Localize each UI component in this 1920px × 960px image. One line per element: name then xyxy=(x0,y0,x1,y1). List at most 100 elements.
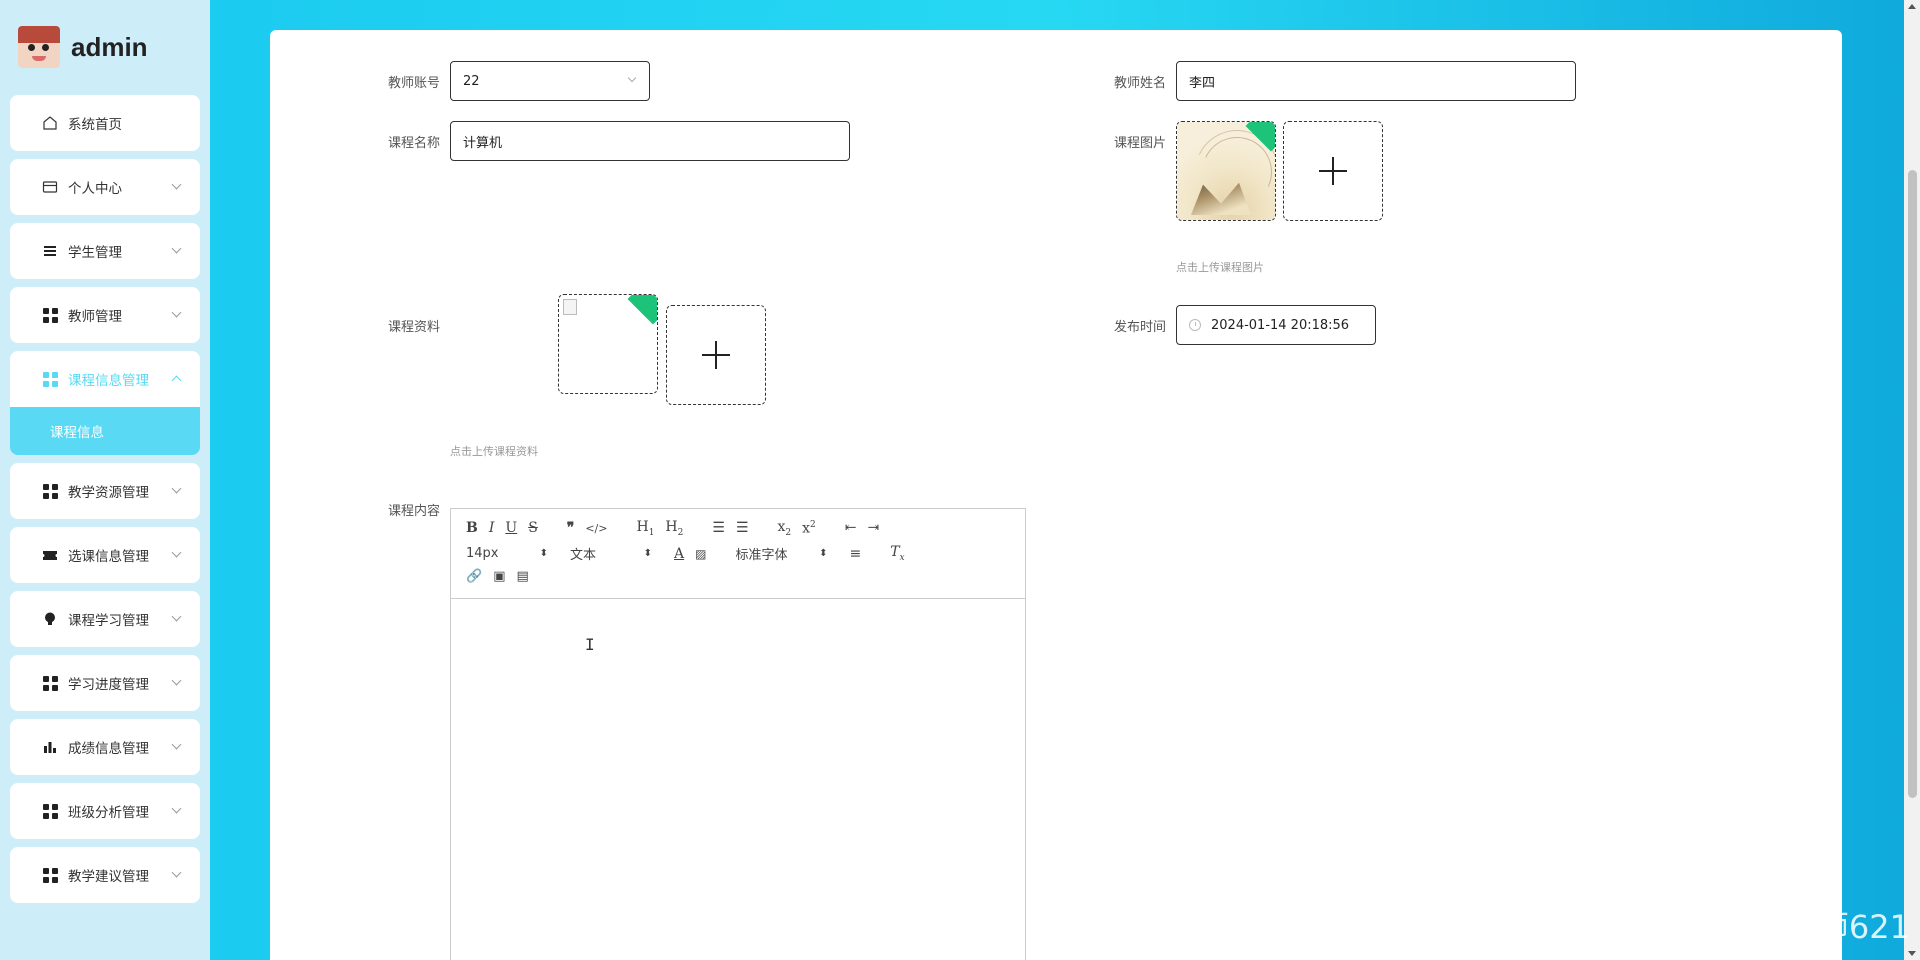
italic-icon[interactable]: I xyxy=(489,520,495,536)
teacher-account-select[interactable]: 22 xyxy=(450,61,650,101)
chevron-down-icon xyxy=(171,307,182,318)
blockquote-icon[interactable]: ❞ xyxy=(567,520,575,536)
sidebar-item-label: 个人中心 xyxy=(68,181,122,197)
sidebar-item-students[interactable]: 学生管理 xyxy=(10,223,200,279)
sidebar-item-class-analysis[interactable]: 班级分析管理 xyxy=(10,783,200,839)
publish-time-value: 2024-01-14 20:18:56 xyxy=(1211,317,1350,333)
scroll-down-icon[interactable] xyxy=(1908,951,1916,956)
sidebar-item-label: 学生管理 xyxy=(68,245,122,261)
indent-icon[interactable]: ⇥ xyxy=(868,520,880,536)
code-block-icon[interactable]: </> xyxy=(585,522,607,535)
watermark: CSDN @王老师621 xyxy=(1619,908,1911,946)
sidebar-item-label: 系统首页 xyxy=(68,117,122,133)
sidebar-item-grades[interactable]: 成绩信息管理 xyxy=(10,719,200,775)
sidebar-item-label: 学习进度管理 xyxy=(68,677,149,693)
sidebar-item-resources[interactable]: 教学资源管理 xyxy=(10,463,200,519)
sidebar: admin 系统首页 个人中心 学生管理 教师管理 课程信息管理 课程信息 教学… xyxy=(0,0,210,960)
editor-toolbar: B I U S ❞ </> H1 H2 ☰ ☰ x2 x2 ⇤ ⇥ 14px ⬍… xyxy=(451,509,1025,599)
course-form-card: 教师账号 22 教师姓名 李四 课程名称 计算机 课程图片 点击上传课程图片 课… xyxy=(270,30,1842,960)
header-1-icon[interactable]: H1 xyxy=(636,519,654,538)
teacher-account-value: 22 xyxy=(463,73,480,89)
sidebar-item-label: 教学建议管理 xyxy=(68,869,149,885)
background-color-icon[interactable]: ▨ xyxy=(695,547,706,561)
teacher-name-field[interactable]: 李四 xyxy=(1176,61,1576,101)
font-size-select[interactable]: 14px ⬍ xyxy=(466,546,548,561)
course-name-field[interactable]: 计算机 xyxy=(450,121,850,161)
align-icon[interactable]: ≡ xyxy=(849,546,861,562)
image-icon[interactable]: ▣ xyxy=(493,569,505,584)
publish-time-picker[interactable]: 2024-01-14 20:18:56 xyxy=(1176,305,1376,345)
chevron-down-icon xyxy=(171,739,182,750)
block-type-select[interactable]: 文本 ⬍ xyxy=(570,544,652,563)
grid-icon xyxy=(42,675,58,691)
sidebar-item-home[interactable]: 系统首页 xyxy=(10,95,200,151)
strike-icon[interactable]: S xyxy=(528,520,538,536)
sidebar-item-label: 教学资源管理 xyxy=(68,485,149,501)
font-color-icon[interactable]: A xyxy=(674,546,684,562)
clock-icon xyxy=(1189,319,1201,331)
chevron-down-icon xyxy=(171,675,182,686)
course-name-label: 课程名称 xyxy=(387,136,440,151)
toolbar-row-1: B I U S ❞ </> H1 H2 ☰ ☰ x2 x2 ⇤ ⇥ xyxy=(466,519,890,538)
course-image-thumbnail[interactable] xyxy=(1176,121,1276,221)
broken-image-icon xyxy=(563,299,577,315)
chevron-down-icon xyxy=(171,243,182,254)
select-arrows-icon: ⬍ xyxy=(643,548,652,559)
sidebar-item-suggestions[interactable]: 教学建议管理 xyxy=(10,847,200,903)
sidebar-item-label: 选课信息管理 xyxy=(68,549,149,565)
course-material-thumbnail[interactable] xyxy=(558,294,658,394)
list-icon xyxy=(42,243,58,259)
course-material-upload-button[interactable] xyxy=(666,305,766,405)
course-image-label: 课程图片 xyxy=(1113,136,1166,151)
bar-chart-icon xyxy=(42,739,58,755)
editor-body[interactable]: I xyxy=(451,599,1025,960)
sidebar-item-progress[interactable]: 学习进度管理 xyxy=(10,655,200,711)
course-image-upload-button[interactable] xyxy=(1283,121,1383,221)
outdent-icon[interactable]: ⇤ xyxy=(845,520,857,536)
link-icon[interactable]: 🔗 xyxy=(466,569,482,584)
grid-icon xyxy=(42,307,58,323)
sidebar-item-enrollment[interactable]: 选课信息管理 xyxy=(10,527,200,583)
underline-icon[interactable]: U xyxy=(505,520,517,536)
clear-format-icon[interactable]: Tx xyxy=(890,544,904,563)
page-scrollbar[interactable] xyxy=(1904,0,1920,960)
ticket-icon xyxy=(42,547,58,563)
superscript-icon[interactable]: x2 xyxy=(802,520,816,537)
sidebar-item-profile[interactable]: 个人中心 xyxy=(10,159,200,215)
sidebar-item-teachers[interactable]: 教师管理 xyxy=(10,287,200,343)
avatar[interactable] xyxy=(18,26,60,68)
sidebar-item-label: 课程信息管理 xyxy=(68,373,149,389)
course-material-hint: 点击上传课程资料 xyxy=(450,445,538,458)
subscript-icon[interactable]: x2 xyxy=(778,519,792,538)
select-arrows-icon: ⬍ xyxy=(539,548,548,559)
scrollbar-thumb[interactable] xyxy=(1908,170,1917,798)
chevron-down-icon xyxy=(627,73,637,83)
toolbar-row-2: 14px ⬍ 文本 ⬍ A ▨ 标准字体 ⬍ ≡ Tx xyxy=(466,544,916,563)
bullet-list-icon[interactable]: ☰ xyxy=(736,520,749,536)
course-name-value: 计算机 xyxy=(463,135,503,151)
home-icon xyxy=(42,115,58,131)
teacher-name-label: 教师姓名 xyxy=(1113,76,1166,91)
video-icon[interactable]: ▤ xyxy=(516,569,528,584)
select-arrows-icon: ⬍ xyxy=(819,548,828,559)
course-content-label: 课程内容 xyxy=(387,504,440,519)
sidebar-item-label: 班级分析管理 xyxy=(68,805,149,821)
chevron-down-icon xyxy=(171,179,182,190)
chevron-down-icon xyxy=(171,867,182,878)
bold-icon[interactable]: B xyxy=(466,520,478,536)
sidebar-item-label: 课程学习管理 xyxy=(68,613,149,629)
chevron-down-icon xyxy=(171,611,182,622)
text-cursor-icon: I xyxy=(585,635,595,654)
card-icon xyxy=(42,179,58,195)
font-family-select[interactable]: 标准字体 ⬍ xyxy=(735,544,827,563)
ordered-list-icon[interactable]: ☰ xyxy=(712,520,725,536)
header-2-icon[interactable]: H2 xyxy=(665,519,683,538)
upload-success-badge xyxy=(627,295,657,325)
teacher-name-value: 李四 xyxy=(1189,75,1216,91)
sidebar-item-learning[interactable]: 课程学习管理 xyxy=(10,591,200,647)
sidebar-subitem-course-info[interactable]: 课程信息 xyxy=(10,407,200,455)
scroll-up-icon[interactable] xyxy=(1908,4,1916,9)
grid-icon xyxy=(42,867,58,883)
sidebar-item-label: 教师管理 xyxy=(68,309,122,325)
sidebar-item-course-info[interactable]: 课程信息管理 xyxy=(10,351,200,407)
